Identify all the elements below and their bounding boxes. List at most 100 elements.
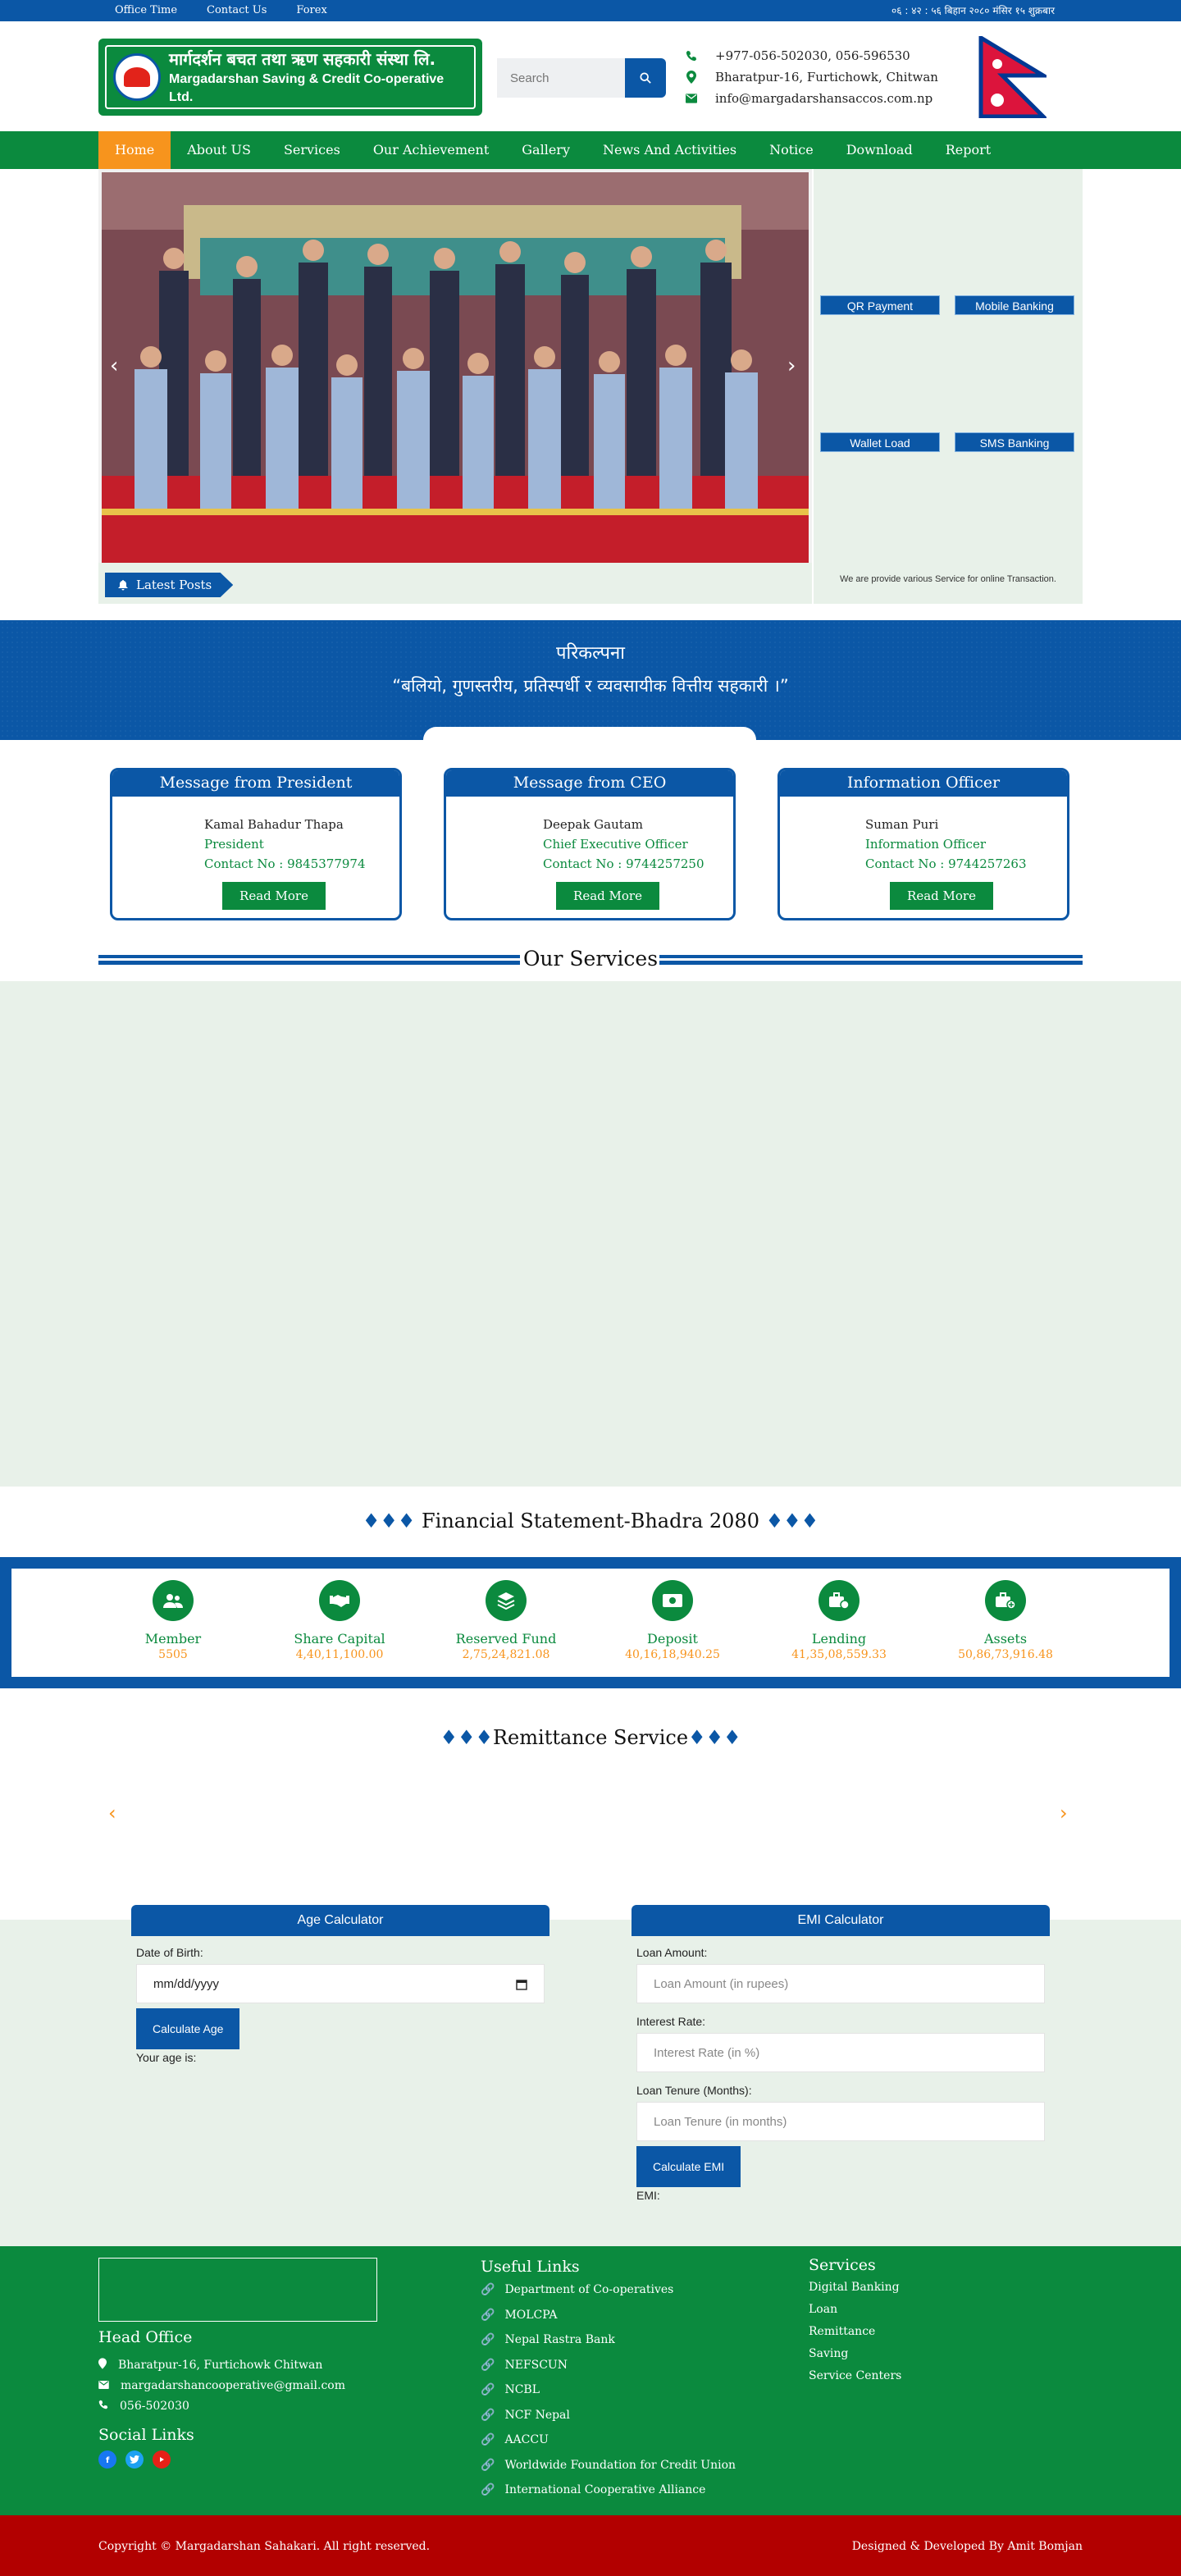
loan-amount-input[interactable]: Loan Amount (in rupees) (636, 1964, 1045, 2003)
nav-our-achievement[interactable]: Our Achievement (357, 131, 505, 169)
slider-next-arrow-icon[interactable]: › (787, 354, 796, 378)
read-more-button[interactable]: Read More (890, 882, 993, 910)
useful-link[interactable]: 🔗 NEFSCUN (481, 2353, 736, 2378)
facebook-icon[interactable]: f (98, 2450, 116, 2469)
logo-english-text: Margadarshan Saving & Credit Co-operativ… (169, 72, 445, 104)
useful-link[interactable]: 🔗 NCF Nepal (481, 2403, 736, 2428)
site-logo[interactable]: मार्गदर्शन बचत तथा ऋण सहकारी संस्था लि. … (98, 39, 482, 116)
stat-member: Member 5505 (91, 1580, 255, 1661)
assets-icon (985, 1580, 1026, 1621)
link-icon: 🔗 (481, 2483, 495, 2497)
diamond-icon: ♦♦♦ (362, 1510, 416, 1532)
diamond-icon: ♦♦♦ (688, 1726, 741, 1749)
latest-posts-label: Latest Posts (136, 578, 212, 592)
calculate-emi-button[interactable]: Calculate EMI (636, 2146, 741, 2187)
link-icon: 🔗 (481, 2408, 495, 2422)
office-time-link[interactable]: Office Time (115, 4, 177, 16)
latest-posts-tag[interactable]: Latest Posts (105, 573, 234, 597)
location-icon (98, 2357, 107, 2373)
age-calculator: Age Calculator Date of Birth: mm/dd/yyyy… (131, 1905, 549, 2064)
footer-phone: 056-502030 (120, 2399, 189, 2413)
email-icon (98, 2379, 109, 2392)
nav-about-us[interactable]: About US (171, 131, 267, 169)
contact-us-link[interactable]: Contact Us (207, 4, 267, 16)
footer-service-link[interactable]: Service Centers (809, 2369, 901, 2391)
stat-label: Deposit (647, 1631, 698, 1647)
nav-notice[interactable]: Notice (753, 131, 830, 169)
vision-title: परिकल्पना (556, 643, 625, 664)
useful-link[interactable]: 🔗 AACCU (481, 2428, 736, 2453)
remittance-prev-arrow-icon[interactable]: ‹ (108, 1802, 116, 1825)
person-name: Suman Puri (865, 817, 939, 832)
person-name: Kamal Bahadur Thapa (204, 817, 344, 832)
footer-service-link[interactable]: Loan (809, 2303, 901, 2325)
hero-slide-image (102, 172, 809, 563)
nav-report[interactable]: Report (929, 131, 1007, 169)
footer-service-link[interactable]: Remittance (809, 2325, 901, 2347)
phone-icon (686, 50, 697, 62)
nav-news-activities[interactable]: News And Activities (586, 131, 753, 169)
person-contact: Contact No : 9744257250 (543, 856, 704, 871)
useful-link[interactable]: 🔗 Worldwide Foundation for Credit Union (481, 2453, 736, 2478)
bell-icon (118, 579, 128, 590)
link-icon: 🔗 (481, 2383, 495, 2397)
information-officer-card: Information Officer Suman Puri Informati… (777, 768, 1069, 920)
mobile-banking-button[interactable]: Mobile Banking (955, 295, 1074, 315)
social-links-title: Social Links (98, 2426, 194, 2444)
stat-value: 2,75,24,821.08 (462, 1648, 550, 1661)
header-email[interactable]: info@margadarshansaccos.com.np (715, 91, 932, 106)
search-button[interactable] (625, 58, 666, 98)
nav-home[interactable]: Home (98, 131, 171, 169)
diamond-icon: ♦♦♦ (440, 1726, 493, 1749)
head-office-title: Head Office (98, 2328, 193, 2346)
footer-service-link[interactable]: Saving (809, 2347, 901, 2369)
remittance-title-text: Remittance Service (492, 1726, 689, 1749)
dob-input[interactable]: mm/dd/yyyy (136, 1964, 545, 2003)
read-more-button[interactable]: Read More (556, 882, 659, 910)
qr-payment-button[interactable]: QR Payment (820, 295, 940, 315)
stat-label: Member (144, 1631, 202, 1647)
stat-share-capital: Share Capital 4,40,11,100.00 (258, 1580, 422, 1661)
nav-gallery[interactable]: Gallery (505, 131, 586, 169)
main-nav: Home About US Services Our Achievement G… (0, 131, 1181, 169)
wallet-load-button[interactable]: Wallet Load (820, 432, 940, 452)
loan-tenure-input[interactable]: Loan Tenure (in months) (636, 2102, 1045, 2141)
footer-service-link[interactable]: Digital Banking (809, 2281, 901, 2303)
slider-prev-arrow-icon[interactable]: ‹ (110, 354, 118, 378)
diamond-icon: ♦♦♦ (765, 1510, 819, 1532)
vision-band: परिकल्पना “बलियो, गुणस्तरीय, प्रतिस्पर्ध… (0, 620, 1181, 743)
footer-email[interactable]: margadarshancooperative@gmail.com (121, 2379, 345, 2392)
stat-label: Lending (811, 1631, 867, 1647)
search-input[interactable] (497, 58, 625, 98)
developer-credit: Designed & Developed By Amit Bomjan (851, 2540, 1083, 2553)
twitter-icon[interactable] (125, 2450, 144, 2469)
useful-link[interactable]: 🔗 International Cooperative Alliance (481, 2478, 736, 2503)
read-more-button[interactable]: Read More (222, 882, 326, 910)
search-form (497, 58, 666, 98)
nav-services[interactable]: Services (267, 131, 357, 169)
money-icon (652, 1580, 693, 1621)
copyright-bar: Copyright © Margadarshan Sahakari. All r… (0, 2515, 1181, 2576)
calculate-age-button[interactable]: Calculate Age (136, 2008, 240, 2049)
useful-link[interactable]: 🔗 NCBL (481, 2377, 736, 2403)
latest-posts-bar: Latest Posts (98, 563, 812, 604)
useful-link[interactable]: 🔗 MOLCPA (481, 2303, 736, 2328)
remittance-heading: ♦♦♦Remittance Service♦♦♦ (0, 1726, 1181, 1749)
copyright-text: Copyright © Margadarshan Sahakari. All r… (98, 2540, 431, 2553)
location-icon (686, 71, 697, 84)
stat-label: Assets (983, 1631, 1028, 1647)
header-phone: +977-056-502030, 056-596530 (715, 48, 910, 63)
stat-value: 4,40,11,100.00 (295, 1648, 384, 1661)
interest-rate-input[interactable]: Interest Rate (in %) (636, 2033, 1045, 2072)
search-icon (640, 72, 651, 84)
useful-link[interactable]: 🔗 Nepal Rastra Bank (481, 2327, 736, 2353)
youtube-icon[interactable] (153, 2450, 171, 2469)
sms-banking-button[interactable]: SMS Banking (955, 432, 1074, 452)
remittance-next-arrow-icon[interactable]: › (1060, 1802, 1068, 1825)
calendar-icon[interactable] (516, 1979, 527, 1990)
logo-emblem-icon (113, 53, 161, 101)
age-calculator-title: Age Calculator (131, 1905, 549, 1936)
nav-download[interactable]: Download (830, 131, 929, 169)
useful-link[interactable]: 🔗 Department of Co-operatives (481, 2277, 736, 2303)
forex-link[interactable]: Forex (296, 4, 326, 16)
